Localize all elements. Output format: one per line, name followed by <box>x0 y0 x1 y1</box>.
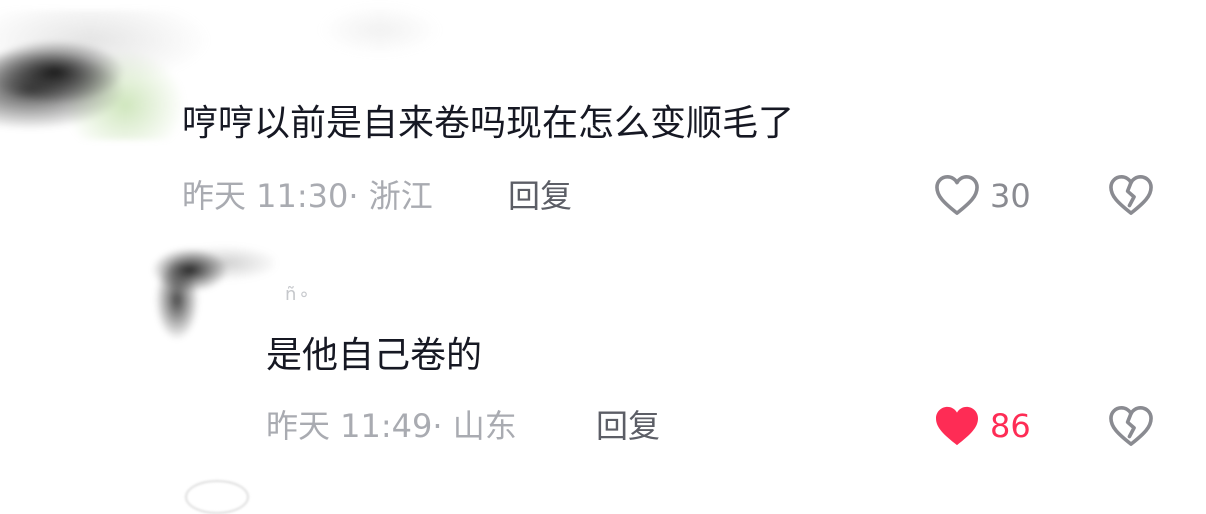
comment-text: 哼哼以前是自来卷吗现在怎么变顺毛了 <box>182 103 795 144</box>
redacted-username-1 <box>300 0 460 80</box>
broken-heart-icon <box>1109 175 1153 215</box>
reply-comment-meta: 昨天 11:49· 山东 <box>266 410 517 442</box>
heart-filled-icon <box>936 406 978 446</box>
like-count: 86 <box>990 407 1031 445</box>
like-button[interactable] <box>934 174 980 216</box>
comment-time: 昨天 11:30 <box>182 177 349 215</box>
like-count: 30 <box>990 177 1031 215</box>
reply-comment-text: 是他自己卷的 <box>266 335 483 376</box>
reply-comment-location: · 山东 <box>432 407 517 445</box>
reply-comment-time: 昨天 11:49 <box>266 407 433 445</box>
like-button-liked[interactable] <box>934 405 980 447</box>
broken-heart-icon <box>1109 406 1153 446</box>
dislike-button[interactable] <box>1108 405 1154 447</box>
redacted-avatar-2 <box>115 225 275 345</box>
reply-username: ñ∘ <box>285 284 312 305</box>
dislike-button[interactable] <box>1108 174 1154 216</box>
comment-meta: 昨天 11:30· 浙江 <box>182 180 433 212</box>
reply-button[interactable]: 回复 <box>596 410 660 442</box>
next-avatar <box>185 480 249 514</box>
reply-button[interactable]: 回复 <box>508 180 572 212</box>
heart-outline-icon <box>935 175 979 215</box>
comment-location: · 浙江 <box>348 177 433 215</box>
